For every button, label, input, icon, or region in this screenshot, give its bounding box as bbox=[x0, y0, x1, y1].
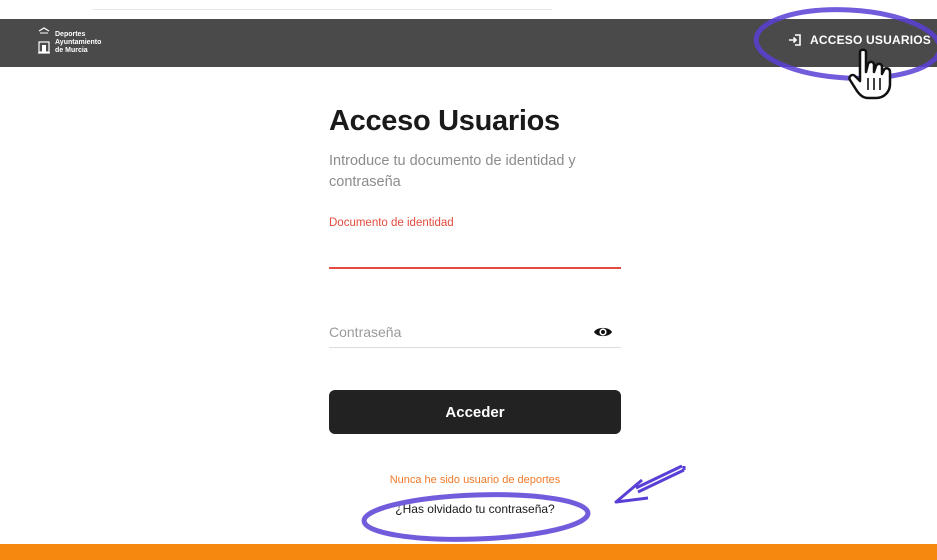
forgot-circle-annotation bbox=[361, 492, 591, 542]
password-field bbox=[329, 318, 621, 348]
footer-bar bbox=[0, 544, 937, 560]
eye-icon[interactable] bbox=[593, 325, 613, 339]
logo-line-ayuntamiento: Ayuntamiento bbox=[55, 39, 102, 46]
top-divider bbox=[92, 9, 552, 10]
document-input[interactable] bbox=[329, 237, 621, 269]
acceso-usuarios-button[interactable]: ACCESO USUARIOS bbox=[788, 33, 931, 47]
acceder-button[interactable]: Acceder bbox=[329, 390, 621, 434]
acceso-usuarios-label: ACCESO USUARIOS bbox=[809, 33, 931, 47]
login-icon bbox=[788, 34, 801, 46]
page-title: Acceso Usuarios bbox=[329, 105, 560, 137]
page: Deportes Ayuntamiento de Murcia ACCESO U… bbox=[0, 0, 937, 560]
forgot-password-link[interactable]: ¿Has olvidado tu contraseña? bbox=[329, 502, 621, 516]
document-field-label: Documento de identidad bbox=[329, 217, 454, 229]
register-link[interactable]: Nunca he sido usuario de deportes bbox=[329, 474, 621, 486]
document-field: Documento de identidad bbox=[329, 217, 621, 271]
logo-line-murcia: de Murcia bbox=[55, 47, 88, 54]
password-input[interactable] bbox=[329, 318, 579, 346]
top-header: Deportes Ayuntamiento de Murcia ACCESO U… bbox=[0, 19, 937, 67]
logo-line-deportes: Deportes bbox=[55, 31, 86, 38]
login-form: Acceso Usuarios Introduce tu documento d… bbox=[329, 104, 621, 193]
town-hall-icon bbox=[37, 25, 51, 59]
site-logo[interactable]: Deportes Ayuntamiento de Murcia bbox=[37, 25, 101, 59]
page-subtitle: Introduce tu documento de identidad y co… bbox=[329, 153, 576, 190]
